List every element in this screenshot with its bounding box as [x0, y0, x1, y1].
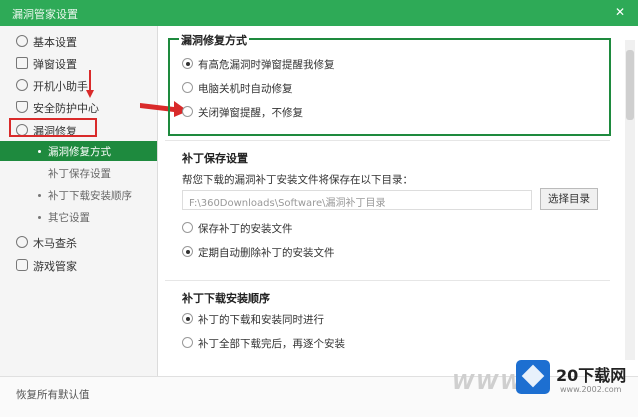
popup-icon [16, 57, 28, 69]
sidebar-item-label: 弹窗设置 [33, 58, 77, 71]
radio-option-keep-patch[interactable]: 保存补丁的安装文件 [182, 219, 482, 237]
brand-name: 20下载网 [556, 366, 627, 385]
radio-button[interactable] [182, 58, 193, 69]
sidebar-subitem-label: 补丁下载安装顺序 [48, 190, 132, 202]
section-title-patch-save: 补丁保存设置 [182, 152, 248, 165]
restore-defaults-link[interactable]: 恢复所有默认值 [16, 387, 90, 402]
radio-label: 补丁的下载和安装同时进行 [198, 314, 324, 326]
section-title-repair-method: 漏洞修复方式 [179, 32, 249, 48]
radio-option-no-repair[interactable]: 关闭弹窗提醒，不修复 [182, 103, 482, 121]
sidebar-item-label: 基本设置 [33, 36, 77, 49]
radio-option-auto-repair-shutdown[interactable]: 电脑关机时自动修复 [182, 79, 482, 97]
sidebar-item-label: 游戏管家 [33, 260, 77, 273]
sidebar-subitem-label: 其它设置 [48, 212, 90, 224]
sidebar-subitem-patch-save[interactable]: 补丁保存设置 [0, 163, 157, 183]
watermark-text: WWW [452, 370, 525, 394]
horse-icon [16, 236, 28, 248]
radio-button[interactable] [182, 246, 193, 257]
radio-option-install-after-download[interactable]: 补丁全部下载完后，再逐个安装 [182, 334, 482, 352]
brand-url: www.2002.com [560, 385, 622, 394]
patch-save-description: 帮您下载的漏洞补丁安装文件将保存在以下目录： [182, 174, 413, 186]
radio-label: 电脑关机时自动修复 [198, 83, 293, 95]
brand-logo-icon [516, 360, 550, 394]
gamepad-icon [16, 259, 28, 271]
bullet-dot [38, 216, 41, 219]
annotation-highlight-box [9, 118, 97, 137]
radio-label: 定期自动删除补丁的安装文件 [198, 247, 335, 259]
sidebar-item-basic-settings[interactable]: 基本设置 [0, 30, 157, 52]
sidebar-item-security-center[interactable]: 安全防护中心 [0, 96, 157, 118]
bullet-dot [38, 150, 41, 153]
clock-icon [16, 79, 28, 91]
title-bar: 漏洞管家设置 ✕ [0, 0, 638, 26]
sidebar-item-label: 木马查杀 [33, 237, 77, 250]
radio-option-popup-remind[interactable]: 有高危漏洞时弹窗提醒我修复 [182, 55, 482, 73]
section-divider [165, 280, 610, 281]
shield-icon [16, 101, 28, 113]
sidebar-subitem-label: 补丁保存设置 [48, 168, 111, 180]
scrollbar-thumb[interactable] [626, 50, 634, 120]
select-directory-button[interactable]: 选择目录 [540, 188, 598, 210]
radio-button[interactable] [182, 222, 193, 233]
sidebar: 基本设置 弹窗设置 开机小助手 安全防护中心 漏洞修复 漏洞修复方式 补丁保存设… [0, 26, 158, 376]
section-title-install-order: 补丁下载安装顺序 [182, 292, 270, 305]
window-title: 漏洞管家设置 [12, 8, 78, 21]
radio-label: 保存补丁的安装文件 [198, 223, 293, 235]
radio-option-download-install-simultaneous[interactable]: 补丁的下载和安装同时进行 [182, 310, 482, 328]
radio-button[interactable] [182, 106, 193, 117]
bullet-dot [38, 194, 41, 197]
radio-button[interactable] [182, 313, 193, 324]
patch-path-field[interactable]: F:\360Downloads\Software\漏洞补丁目录 [182, 190, 532, 210]
sidebar-item-trojan-scan[interactable]: 木马查杀 [0, 231, 157, 253]
close-icon[interactable]: ✕ [612, 4, 628, 20]
radio-label: 关闭弹窗提醒，不修复 [198, 107, 303, 119]
sidebar-subitem-other-settings[interactable]: 其它设置 [0, 207, 157, 227]
content-scrollbar[interactable] [625, 40, 635, 360]
sidebar-item-startup-helper[interactable]: 开机小助手 [0, 74, 157, 96]
radio-button[interactable] [182, 337, 193, 348]
section-divider [165, 140, 610, 141]
radio-button[interactable] [182, 82, 193, 93]
sidebar-subitem-repair-method[interactable]: 漏洞修复方式 [0, 141, 157, 161]
sidebar-subitem-label: 漏洞修复方式 [48, 146, 111, 158]
sidebar-subitem-install-order[interactable]: 补丁下载安装顺序 [0, 185, 157, 205]
sidebar-item-label: 安全防护中心 [33, 102, 99, 115]
annotation-arrow-down [86, 70, 94, 98]
radio-label: 有高危漏洞时弹窗提醒我修复 [198, 59, 335, 71]
sidebar-item-label: 开机小助手 [33, 80, 88, 93]
radio-label: 补丁全部下载完后，再逐个安装 [198, 338, 345, 350]
sidebar-item-game-manager[interactable]: 游戏管家 [0, 254, 157, 276]
sidebar-item-popup-settings[interactable]: 弹窗设置 [0, 52, 157, 74]
gear-icon [16, 35, 28, 47]
settings-content: 漏洞修复方式 有高危漏洞时弹窗提醒我修复 电脑关机时自动修复 关闭弹窗提醒，不修… [165, 26, 623, 376]
radio-option-auto-delete-patch[interactable]: 定期自动删除补丁的安装文件 [182, 243, 482, 261]
